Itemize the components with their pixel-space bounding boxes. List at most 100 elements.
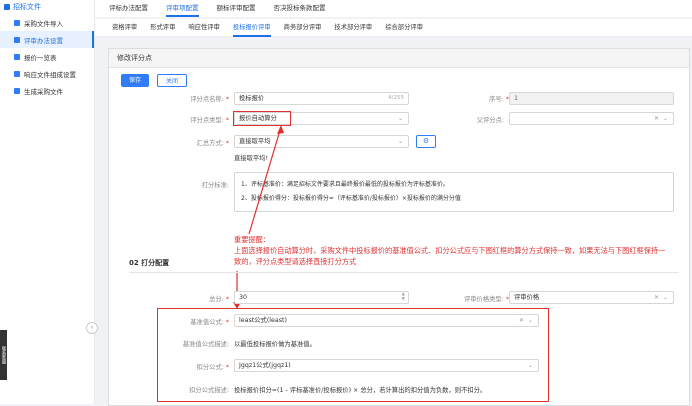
stepper-icon[interactable]: ▲ ▼ (402, 292, 405, 302)
edit-panel: 修改评分点 保存 关闭 评分点名称: * 投标报价 4/255 序号: * 1 评分… (108, 48, 690, 406)
folder-icon (4, 4, 10, 10)
chevron-down-icon: ⌄ (662, 115, 668, 122)
close-button[interactable]: 关闭 (157, 74, 187, 87)
type-label: 评分点类型: * (159, 115, 229, 124)
highlight-type-box (233, 111, 291, 126)
settings-button[interactable]: ⚙ (416, 135, 436, 148)
deduct-desc-value: 投标报价扣分=(1 - 评标基准价/投标报价) × 总分，若计算出的扣分值为负数… (234, 387, 487, 394)
deduct-desc-label: 扣分公式描述: (189, 387, 229, 394)
base-formula-label-text: 基准值公式: (190, 319, 224, 326)
clear-icon[interactable]: ✕ (654, 292, 659, 303)
sum-note: 直接取平均! (234, 155, 269, 162)
grid-icon (14, 70, 20, 77)
tab-veto-config[interactable]: 否决投标条款配置 (274, 0, 326, 17)
required-mark: * (225, 296, 229, 303)
main-area: 评标办法配置 评审项配置 额标评审配置 否决投标条款配置 资格评审 形式评审 响… (95, 0, 692, 406)
sub-tabs: 资格评审 形式评审 响应性评审 投标报价评审 商务部分评审 技术部分评审 综合部… (95, 19, 692, 37)
sidebar-item-label: 报价一览表 (24, 53, 57, 62)
deduct-select[interactable]: Jgqz1公式(jgqz1) ⌄ (234, 359, 539, 372)
name-char-count: 4/255 (388, 95, 404, 101)
parent-select[interactable]: ✕ ⌄ (509, 112, 674, 125)
deduct-label: 扣分公式: * (159, 362, 229, 371)
name-input[interactable]: 投标报价 4/255 (234, 92, 409, 105)
sum-select[interactable]: 直接取平均 ⌄ (234, 135, 409, 148)
section-divider (129, 272, 679, 273)
seq-value: 1 (514, 95, 519, 102)
price-type-select[interactable]: 评审价格 ✕ ⌄ (509, 291, 674, 304)
sidebar-item-review-method[interactable]: 评审办法设置 (0, 31, 94, 48)
annotation-line-2: 致的，评分点类型请选择直接打分方式 (234, 257, 357, 266)
deduct-label-text: 扣分公式: (196, 364, 224, 371)
sum-value: 直接取平均 (239, 138, 271, 145)
subtab-qualification[interactable]: 资格评审 (112, 19, 137, 37)
deduct-value: Jgqz1公式(jgqz1) (239, 362, 291, 369)
subtab-formal[interactable]: 形式评审 (150, 19, 175, 37)
document-icon (14, 19, 20, 26)
sidebar-item-label: 采购文件导入 (24, 19, 63, 28)
price-type-label: 评审价格类型: * (439, 294, 509, 303)
sidebar-item-price-table[interactable]: 报价一览表 (0, 48, 94, 65)
save-button[interactable]: 保存 (121, 74, 149, 87)
annotation-text: 重要提醒： 上面选择报价自动算分时，采购文件中投标报价的基准值公式、扣分公式应与… (234, 234, 689, 267)
subtab-comprehensive[interactable]: 综合部分评审 (385, 19, 423, 37)
required-mark: * (225, 364, 229, 371)
chevron-down-icon: ⌄ (527, 317, 533, 324)
subtab-responsive[interactable]: 响应性评审 (188, 19, 219, 37)
sidebar-header[interactable]: 招标文件 (0, 0, 94, 14)
annotation-line-1: 上面选择报价自动算分时，采购文件中投标报价的基准值公式、扣分公式应与下图红框的算… (234, 246, 666, 255)
seq-label-text: 序号: (489, 96, 504, 103)
seq-input[interactable]: 1 (509, 92, 674, 105)
sidebar-item-import[interactable]: 采购文件导入 (0, 14, 94, 31)
annotation-title: 重要提醒： (234, 235, 270, 244)
std-label: 打分标准: (201, 182, 229, 189)
clear-icon[interactable]: ✕ (519, 315, 524, 326)
sidebar-item-generate[interactable]: 生成采购文件 (0, 82, 94, 99)
required-mark: * (225, 117, 229, 124)
required-mark: * (225, 319, 229, 326)
subtab-bid-price[interactable]: 投标报价评审 (232, 19, 271, 37)
clear-icon[interactable]: ✕ (654, 113, 659, 124)
total-label-text: 总分: (209, 296, 224, 303)
std-line-2: 2、投标报价得分：投标报价得分=（评标基准价/投标报价）×投标报价的满分分值 (241, 195, 461, 202)
sidebar-item-response-files[interactable]: 响应文件组成设置 (0, 65, 94, 82)
base-formula-label: 基准值公式: * (159, 317, 229, 326)
section-title: 02 打分配置 (129, 259, 170, 267)
chevron-down-icon: ⌄ (397, 115, 403, 122)
tab-method-config[interactable]: 评标办法配置 (109, 0, 148, 17)
sidebar-item-label: 响应文件组成设置 (24, 70, 76, 79)
name-label: 评分点名称: * (159, 94, 229, 103)
list-icon (14, 53, 20, 60)
name-value: 投标报价 (239, 95, 265, 102)
top-tabs: 评标办法配置 评审项配置 额标评审配置 否决投标条款配置 (95, 0, 692, 17)
price-type-value: 评审价格 (514, 294, 540, 301)
base-desc-value: 以最低投标报价做为基准值。 (234, 341, 316, 348)
subtab-technical[interactable]: 技术部分评审 (334, 19, 372, 37)
chevron-down-icon: ⌄ (397, 138, 403, 145)
arrow-up-head (277, 125, 284, 134)
name-label-text: 评分点名称: (190, 96, 224, 103)
panel-title: 修改评分点 (109, 49, 689, 68)
parent-label: 父评分点: (476, 117, 504, 124)
support-badge[interactable]: 联系客服 (0, 330, 7, 380)
std-line-1: 1、评标基准价：满足招标文件要求且最终报价最低的投标报价为评标基准价。 (241, 181, 449, 188)
chevron-down-icon: ⌄ (527, 362, 533, 369)
generate-icon (14, 87, 20, 94)
sidebar-item-label: 评审办法设置 (24, 36, 63, 45)
std-textarea[interactable]: 1、评标基准价：满足招标文件要求且最终报价最低的投标报价为评标基准价。 2、投标… (234, 172, 674, 212)
seq-label: 序号: * (449, 94, 509, 103)
sidebar: 招标文件 采购文件导入 评审办法设置 报价一览表 响应文件组成设置 生成采购文件… (0, 0, 98, 404)
settings-doc-icon (14, 36, 20, 43)
required-mark: * (225, 96, 229, 103)
total-value: 30 (239, 294, 248, 301)
gear-icon: ⚙ (422, 137, 430, 145)
base-formula-value: least公式(least) (239, 317, 287, 324)
total-input[interactable]: 30 ▲ ▼ (234, 291, 409, 304)
sum-label: 汇总方式: * (159, 138, 229, 147)
sidebar-item-label: 生成采购文件 (24, 87, 63, 96)
subtab-business[interactable]: 商务部分评审 (284, 19, 322, 37)
tab-review-item-config[interactable]: 评审项配置 (166, 0, 199, 17)
price-type-label-text: 评审价格类型: (463, 296, 504, 303)
tab-quota-config[interactable]: 额标评审配置 (217, 0, 256, 17)
base-formula-select[interactable]: least公式(least) ✕ ⌄ (234, 314, 539, 327)
sidebar-header-label: 招标文件 (13, 3, 41, 11)
